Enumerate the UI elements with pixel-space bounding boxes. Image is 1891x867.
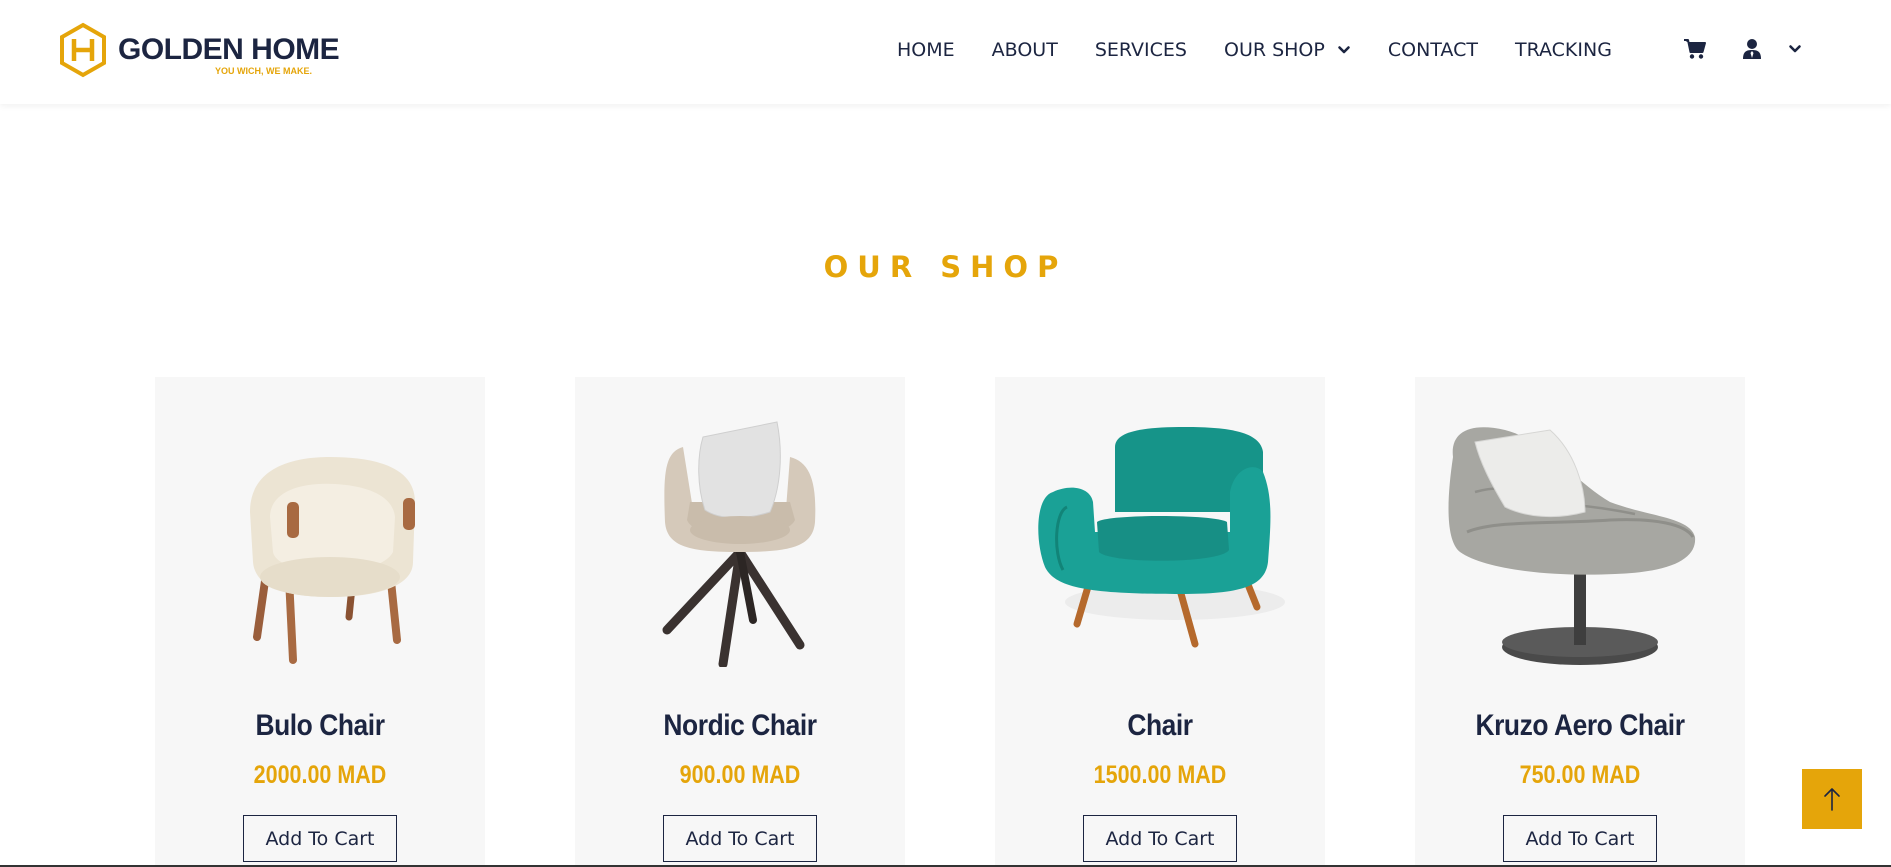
add-to-cart-button[interactable]: Add To Cart xyxy=(1083,815,1237,862)
nav-services[interactable]: SERVICES xyxy=(1095,39,1187,61)
add-to-cart-button[interactable]: Add To Cart xyxy=(1503,815,1657,862)
product-name: Kruzo Aero Chair xyxy=(1475,709,1685,742)
user-button[interactable] xyxy=(1740,37,1764,61)
chevron-down-icon xyxy=(1789,45,1801,53)
product-image xyxy=(250,457,415,664)
scroll-to-top-button[interactable] xyxy=(1802,769,1862,829)
brand-tagline: YOU WICH, WE MAKE. xyxy=(215,66,312,76)
nav-our-shop[interactable]: OUR SHOP xyxy=(1224,39,1351,61)
add-to-cart-button[interactable]: Add To Cart xyxy=(663,815,817,862)
chevron-down-icon xyxy=(1338,46,1350,54)
product-name: Bulo Chair xyxy=(255,709,385,742)
product-name: Nordic Chair xyxy=(663,709,817,742)
product-price: 900.00 MAD xyxy=(679,761,801,789)
product-image xyxy=(1038,427,1285,648)
section-title: OUR SHOP xyxy=(823,250,1068,284)
arrow-up-icon xyxy=(1824,788,1840,811)
logo-hexagon-icon xyxy=(60,22,106,78)
product-card: Bulo Chair 2000.00 MAD Add To Cart xyxy=(155,377,485,867)
logo[interactable]: GOLDEN HOME YOU WICH, WE MAKE. xyxy=(58,22,340,78)
user-icon xyxy=(1743,39,1761,59)
product-image xyxy=(1448,427,1696,665)
product-card: Kruzo Aero Chair 750.00 MAD Add To Cart xyxy=(1415,377,1745,867)
cart-icon xyxy=(1684,39,1706,59)
site-header: GOLDEN HOME YOU WICH, WE MAKE. HOME ABOU… xyxy=(0,0,1891,104)
nav-home[interactable]: HOME xyxy=(897,39,955,61)
brand-name: GOLDEN HOME xyxy=(118,33,340,66)
user-menu-toggle[interactable] xyxy=(1783,37,1807,61)
product-price: 2000.00 MAD xyxy=(253,761,387,789)
product-price: 1500.00 MAD xyxy=(1093,761,1227,789)
nav-about[interactable]: ABOUT xyxy=(992,39,1058,61)
nav-contact[interactable]: CONTACT xyxy=(1388,39,1478,61)
product-image xyxy=(662,421,816,667)
product-name: Chair xyxy=(1127,709,1193,742)
product-price: 750.00 MAD xyxy=(1519,761,1641,789)
main-nav: HOME ABOUT SERVICES OUR SHOP CONTACT TRA… xyxy=(897,38,1612,62)
nav-tracking[interactable]: TRACKING xyxy=(1515,39,1612,61)
add-to-cart-button[interactable]: Add To Cart xyxy=(243,815,397,862)
nav-our-shop-label: OUR SHOP xyxy=(1223,39,1325,61)
product-card: Nordic Chair 900.00 MAD Add To Cart xyxy=(575,377,905,867)
product-card: Chair 1500.00 MAD Add To Cart xyxy=(995,377,1325,867)
cart-button[interactable] xyxy=(1683,37,1707,61)
